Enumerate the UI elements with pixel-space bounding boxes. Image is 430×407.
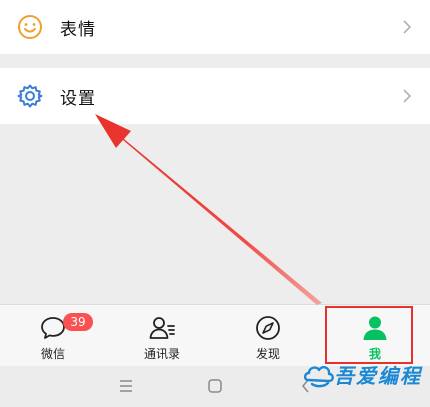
smile-face-icon <box>18 15 42 39</box>
menu-item-settings[interactable]: 设置 <box>0 68 430 124</box>
cloud-logo-icon <box>303 366 334 388</box>
unread-badge: 39 <box>63 313 93 331</box>
contacts-icon <box>149 317 175 339</box>
compass-icon <box>256 316 280 340</box>
home-icon[interactable] <box>207 378 223 394</box>
tab-contacts[interactable]: 通讯录 <box>112 305 212 367</box>
chevron-right-icon <box>403 89 412 103</box>
menu-icon[interactable] <box>118 378 134 394</box>
watermark-logo: 吾爱编程 <box>300 356 428 396</box>
menu-item-emoji-label: 表情 <box>60 19 96 40</box>
chevron-right-icon <box>403 20 412 34</box>
tab-contacts-label: 通讯录 <box>143 347 180 361</box>
tab-chats-label: 微信 <box>40 347 65 361</box>
tab-chats[interactable]: 39 微信 <box>3 305 103 367</box>
menu-item-emoji[interactable]: 表情 <box>0 0 430 54</box>
watermark-text: 吾爱编程 <box>334 364 422 388</box>
menu-item-settings-label: 设置 <box>60 88 96 109</box>
gear-icon <box>17 84 43 108</box>
